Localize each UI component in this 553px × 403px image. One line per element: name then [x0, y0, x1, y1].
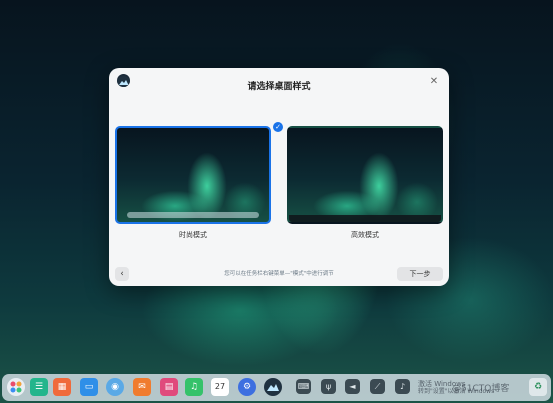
- preview-dock: [127, 212, 259, 218]
- volume-icon[interactable]: ◄: [345, 379, 360, 394]
- efficient-mode-option[interactable]: 高效模式: [287, 126, 443, 240]
- preview-taskbar: [289, 215, 441, 222]
- efficient-mode-label: 高效模式: [351, 231, 379, 239]
- music-icon[interactable]: ♫: [185, 378, 203, 396]
- desktop-style-dialog: 请选择桌面样式 ✕ ✓ 时尚模式 高效模式 ‹ 您可以在任务栏右键菜单—"模式"…: [109, 68, 449, 286]
- keyboard-icon[interactable]: ⌨: [296, 379, 311, 394]
- efficient-mode-preview[interactable]: [287, 126, 443, 224]
- folder-icon[interactable]: ▭: [80, 378, 98, 396]
- deepin-icon[interactable]: [264, 378, 282, 396]
- fashion-mode-preview[interactable]: [115, 126, 271, 224]
- photos-icon[interactable]: ▤: [160, 378, 178, 396]
- notification-icon[interactable]: ♪: [395, 379, 410, 394]
- dialog-title: 请选择桌面样式: [247, 82, 311, 92]
- brand-watermark: @51CTO博客: [452, 384, 510, 394]
- usb-icon[interactable]: ψ: [321, 379, 336, 394]
- close-button[interactable]: ✕: [428, 76, 440, 88]
- calendar-icon[interactable]: 27: [211, 378, 229, 396]
- launcher-icon[interactable]: [7, 378, 25, 396]
- next-button[interactable]: 下一步: [397, 267, 443, 281]
- network-icon[interactable]: ⟋: [370, 379, 385, 394]
- mail-icon[interactable]: ✉: [133, 378, 151, 396]
- selected-check-icon: ✓: [273, 122, 283, 132]
- settings-icon[interactable]: ⚙: [238, 378, 256, 396]
- file-manager-icon[interactable]: ☰: [30, 378, 48, 396]
- fashion-mode-label: 时尚模式: [179, 231, 207, 239]
- trash-icon[interactable]: ♻: [529, 378, 547, 396]
- app-store-icon[interactable]: ▦: [53, 378, 71, 396]
- browser-icon[interactable]: ◉: [106, 378, 124, 396]
- fashion-mode-option[interactable]: ✓ 时尚模式: [115, 122, 283, 240]
